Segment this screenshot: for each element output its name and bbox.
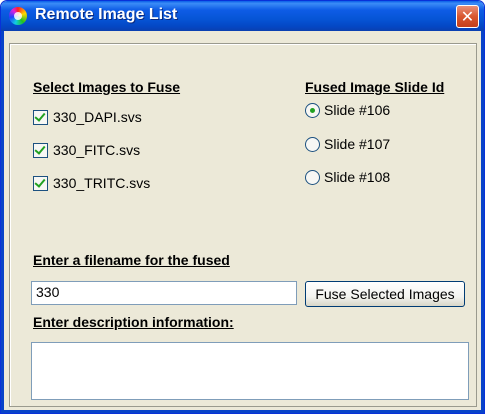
image-label-dapi: 330_DAPI.svs — [53, 109, 142, 125]
slide-id-heading: Fused Image Slide Id — [305, 79, 445, 95]
window-frame-bottom — [1, 410, 484, 413]
slide-radio-107[interactable]: Slide #107 — [305, 136, 390, 152]
description-textarea[interactable] — [31, 342, 469, 400]
title-bar[interactable]: Remote Image List ✕ — [1, 1, 484, 31]
filename-heading: Enter a filename for the fused — [33, 252, 230, 268]
checkbox-checked-icon[interactable] — [33, 175, 48, 191]
window-title: Remote Image List — [35, 6, 178, 23]
slide-label-107: Slide #107 — [324, 136, 391, 152]
image-label-tritc: 330_TRITC.svs — [53, 175, 151, 191]
slide-label-106: Slide #106 — [324, 102, 391, 118]
close-button[interactable]: ✕ — [456, 5, 479, 28]
radio-selected-icon[interactable] — [305, 102, 320, 118]
select-images-heading: Select Images to Fuse — [33, 79, 181, 95]
slide-radio-106[interactable]: Slide #106 — [305, 102, 390, 118]
image-label-fitc: 330_FITC.svs — [53, 142, 141, 158]
description-heading: Enter description information: — [33, 314, 234, 330]
slide-radio-108[interactable]: Slide #108 — [305, 169, 390, 185]
slide-label-108: Slide #108 — [324, 169, 391, 185]
radio-unselected-icon[interactable] — [305, 136, 320, 152]
checkbox-checked-icon[interactable] — [33, 109, 48, 125]
image-checkbox-dapi[interactable]: 330_DAPI.svs — [33, 109, 142, 125]
window-frame-right — [481, 31, 484, 413]
checkbox-checked-icon[interactable] — [33, 142, 48, 158]
remote-image-list-window: Remote Image List ✕ Select Images to Fus… — [0, 0, 485, 414]
radio-unselected-icon[interactable] — [305, 169, 320, 185]
window-frame-left — [1, 31, 4, 413]
fuse-selected-images-button[interactable]: Fuse Selected Images — [305, 281, 465, 307]
image-checkbox-fitc[interactable]: 330_FITC.svs — [33, 142, 140, 158]
image-checkbox-tritc[interactable]: 330_TRITC.svs — [33, 175, 150, 191]
color-wheel-icon — [9, 7, 27, 25]
filename-input[interactable]: 330 — [31, 281, 297, 305]
